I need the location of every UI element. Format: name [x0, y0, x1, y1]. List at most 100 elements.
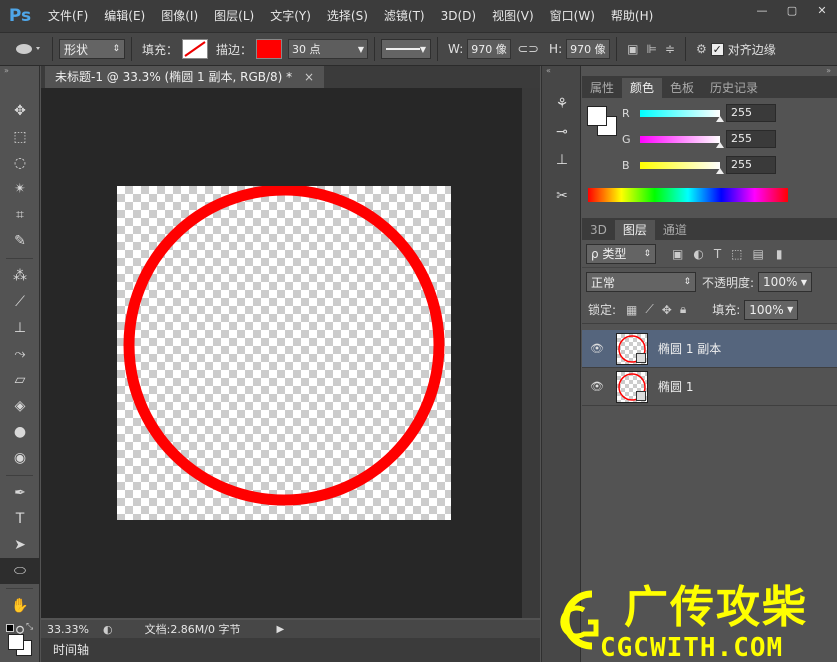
- layer-name[interactable]: 椭圆 1 副本: [658, 340, 721, 357]
- tab-layers[interactable]: 图层: [614, 220, 655, 240]
- stroke-swatch[interactable]: [256, 39, 283, 59]
- menu-help[interactable]: 帮助(H): [603, 0, 661, 32]
- collapse-icon[interactable]: »: [0, 66, 39, 76]
- fill-swatch[interactable]: [182, 39, 209, 59]
- zoom-level[interactable]: 33.33%: [47, 623, 95, 636]
- menu-image[interactable]: 图像(I): [153, 0, 206, 32]
- canvas[interactable]: [117, 186, 451, 520]
- eye-icon[interactable]: 👁︎: [582, 342, 612, 355]
- paint-bucket-tool-icon[interactable]: ◈: [0, 393, 40, 419]
- history-brush-tool-icon[interactable]: ⤳: [0, 341, 40, 367]
- layer-filter-select[interactable]: ρ 类型 ⇕: [586, 243, 656, 264]
- tab-properties[interactable]: 属性: [582, 78, 622, 98]
- filter-toggle-icon[interactable]: ▮: [776, 247, 783, 261]
- layer-name[interactable]: 椭圆 1: [658, 378, 693, 395]
- stroke-type-select[interactable]: ▼: [381, 39, 432, 59]
- pen-tool-icon[interactable]: ✒: [0, 480, 40, 506]
- tool-mode-select[interactable]: 形状 ⇕: [59, 39, 125, 59]
- layer-row-ellipse-1[interactable]: 👁︎ 椭圆 1: [582, 368, 837, 406]
- close-icon[interactable]: ×: [304, 70, 314, 84]
- eraser-tool-icon[interactable]: ▱: [0, 367, 40, 393]
- menu-file[interactable]: 文件(F): [40, 0, 96, 32]
- timeline-panel-tab[interactable]: 时间轴: [41, 638, 540, 662]
- document-tab[interactable]: 未标题-1 @ 33.3% (椭圆 1 副本, RGB/8) * ×: [45, 66, 325, 88]
- filter-pixel-icon[interactable]: ▣: [672, 247, 683, 261]
- menu-layer[interactable]: 图层(L): [206, 0, 262, 32]
- menu-type[interactable]: 文字(Y): [262, 0, 319, 32]
- path-alignment-icon[interactable]: ⊫: [646, 42, 656, 56]
- clone-source-panel-icon[interactable]: ⊥: [542, 146, 582, 174]
- menu-edit[interactable]: 编辑(E): [96, 0, 153, 32]
- height-field[interactable]: 970 像: [566, 39, 611, 59]
- path-arrangement-icon[interactable]: ≑: [665, 42, 675, 56]
- blur-tool-icon[interactable]: ●: [0, 419, 40, 445]
- type-tool-icon[interactable]: T: [0, 506, 40, 532]
- blue-channel-value[interactable]: 255: [726, 156, 776, 174]
- filter-smart-object-icon[interactable]: ▤: [753, 247, 764, 261]
- marquee-tool-icon[interactable]: ⬚: [0, 124, 40, 150]
- ellipse-tool-icon[interactable]: ⬭: [0, 558, 40, 584]
- opacity-field[interactable]: 100% ▼: [758, 272, 813, 292]
- ellipse-shape[interactable]: [117, 186, 451, 520]
- filter-type-icon[interactable]: T: [714, 247, 721, 261]
- lock-transparent-icon[interactable]: ▦: [626, 303, 637, 317]
- lasso-tool-icon[interactable]: ◌: [0, 150, 40, 176]
- width-field[interactable]: 970 像: [467, 39, 512, 59]
- fill-field[interactable]: 100% ▼: [744, 299, 799, 320]
- path-selection-tool-icon[interactable]: ➤: [0, 532, 40, 558]
- menu-window[interactable]: 窗口(W): [542, 0, 603, 32]
- restore-button[interactable]: ▢: [777, 0, 807, 20]
- tab-channels[interactable]: 通道: [655, 220, 695, 240]
- gear-icon[interactable]: ⚙: [696, 42, 707, 56]
- crop-tool-icon[interactable]: ⌗: [0, 202, 40, 228]
- filter-adjustment-icon[interactable]: ◐: [693, 247, 703, 261]
- color-swatches[interactable]: ⤡: [6, 622, 34, 656]
- magic-wand-tool-icon[interactable]: ✴: [0, 176, 40, 202]
- green-channel-slider[interactable]: [640, 135, 724, 148]
- lock-pixels-icon[interactable]: ⟋: [645, 302, 653, 317]
- swap-colors-icon[interactable]: ⤡: [26, 622, 33, 632]
- eye-icon[interactable]: 👁︎: [582, 380, 612, 393]
- close-button[interactable]: ✕: [807, 0, 837, 20]
- default-colors-icon[interactable]: [6, 624, 14, 632]
- filter-shape-icon[interactable]: ⬚: [731, 247, 742, 261]
- status-arrow-icon[interactable]: ▶: [277, 624, 285, 635]
- tab-color[interactable]: 颜色: [622, 78, 663, 98]
- tool-presets-panel-icon[interactable]: ✂: [542, 182, 582, 210]
- stroke-width-field[interactable]: 30 点 ▼: [288, 39, 369, 59]
- lock-position-icon[interactable]: ✥: [662, 303, 672, 317]
- align-edges-checkbox[interactable]: ✓: [710, 42, 724, 56]
- minimize-button[interactable]: —: [747, 0, 777, 20]
- status-menu-icon[interactable]: ◐: [103, 623, 113, 636]
- red-channel-slider[interactable]: [640, 109, 724, 122]
- brush-tool-icon[interactable]: ⟋: [0, 289, 40, 315]
- color-spectrum[interactable]: [588, 188, 788, 202]
- menu-3d[interactable]: 3D(D): [433, 0, 484, 32]
- path-operations-icon[interactable]: ▣: [627, 42, 638, 56]
- layer-row-ellipse-1-copy[interactable]: 👁︎ 椭圆 1 副本: [582, 330, 837, 368]
- chevron-down-icon[interactable]: ▼: [358, 45, 364, 54]
- collapse-icon[interactable]: «: [542, 66, 580, 76]
- healing-brush-tool-icon[interactable]: ⁂: [0, 263, 40, 289]
- vertical-scrollbar[interactable]: [522, 88, 540, 618]
- tab-swatches[interactable]: 色板: [662, 78, 702, 98]
- blue-channel-slider[interactable]: [640, 161, 724, 174]
- red-channel-value[interactable]: 255: [726, 104, 776, 122]
- tab-history[interactable]: 历史记录: [702, 78, 766, 98]
- dodge-tool-icon[interactable]: ◉: [0, 445, 40, 471]
- link-icon[interactable]: ⊂⊃: [517, 42, 539, 57]
- brush-presets-panel-icon[interactable]: ⊸: [542, 118, 582, 146]
- tab-3d[interactable]: 3D: [582, 220, 615, 240]
- color-panel-swatches[interactable]: [587, 106, 617, 136]
- menu-view[interactable]: 视图(V): [484, 0, 542, 32]
- brushes-panel-icon[interactable]: ⚘: [542, 90, 582, 118]
- foreground-color-swatch[interactable]: [8, 634, 24, 650]
- ellipse-tool-preset-icon[interactable]: [10, 41, 46, 57]
- clone-stamp-tool-icon[interactable]: ⊥: [0, 315, 40, 341]
- menu-filter[interactable]: 滤镜(T): [376, 0, 433, 32]
- move-tool-icon[interactable]: ✥: [0, 98, 40, 124]
- foreground-color-swatch[interactable]: [587, 106, 607, 126]
- lock-all-icon[interactable]: 🔒︎: [680, 302, 686, 317]
- blend-mode-select[interactable]: 正常 ⇕: [586, 272, 696, 292]
- menu-select[interactable]: 选择(S): [319, 0, 376, 32]
